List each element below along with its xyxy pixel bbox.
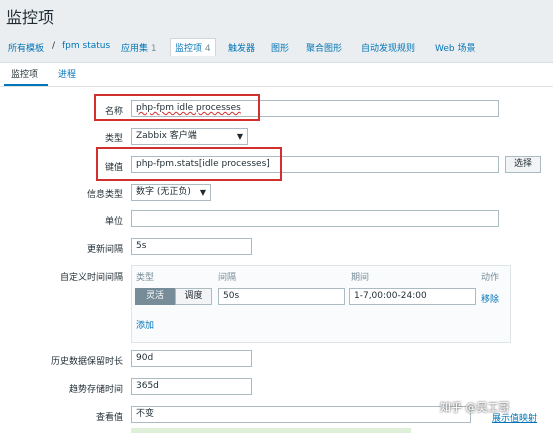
crumb-applications[interactable]: 应用集 1 xyxy=(121,41,157,54)
trends-label: 趋势存储时间 xyxy=(68,385,123,395)
col-header-period: 期间 xyxy=(351,273,370,283)
units-label: 单位 xyxy=(104,217,123,227)
show-value-value: 不变 xyxy=(136,409,155,419)
tab-bar: 监控项 进程 xyxy=(0,62,553,86)
update-interval-label: 更新间隔 xyxy=(86,245,123,255)
scheduling-toggle[interactable]: 调度 xyxy=(175,288,212,305)
custom-period-input[interactable]: 1-7,00:00-24:00 xyxy=(349,288,476,305)
history-label: 历史数据保留时长 xyxy=(50,357,123,367)
crumb-screens[interactable]: 聚合图形 xyxy=(306,41,342,54)
watermark-text: 知乎 @吴工哥 xyxy=(440,401,510,414)
tab-item[interactable]: 监控项 xyxy=(11,67,38,80)
tab-divider xyxy=(0,86,553,87)
show-value-select[interactable]: 不变 xyxy=(131,406,471,423)
custom-intervals-label: 自定义时间间隔 xyxy=(59,273,123,283)
units-input[interactable] xyxy=(131,210,499,227)
info-type-value: 数字 (无正负) xyxy=(136,187,191,197)
crumb-all-templates[interactable]: 所有模板 xyxy=(8,41,44,54)
add-interval-link[interactable]: 添加 xyxy=(136,318,154,331)
page-title: 监控项 xyxy=(6,8,55,27)
crumb-web-scenarios[interactable]: Web 场景 xyxy=(435,41,475,54)
type-value: Zabbix 客户端 xyxy=(136,131,197,141)
info-type-label: 信息类型 xyxy=(86,190,123,200)
flexible-toggle[interactable]: 灵活 xyxy=(135,288,175,305)
status-strip xyxy=(131,428,411,433)
col-header-interval: 间隔 xyxy=(218,273,237,283)
crumb-template-fpm-status[interactable]: fpm status xyxy=(62,41,110,51)
type-select[interactable]: Zabbix 客户端 ▼ xyxy=(131,128,248,145)
tab-process[interactable]: 进程 xyxy=(58,67,76,80)
col-header-type: 类型 xyxy=(136,273,155,283)
crumb-triggers[interactable]: 触发器 xyxy=(228,41,255,54)
crumb-discovery-rules[interactable]: 自动发现规则 xyxy=(361,41,415,54)
crumb-applications-label: 应用集 xyxy=(121,44,149,54)
crumb-items[interactable]: 监控项 4 xyxy=(170,38,216,56)
crumb-separator: / xyxy=(52,41,56,51)
highlight-box-key xyxy=(96,147,282,181)
crumb-items-count: 4 xyxy=(204,44,211,54)
col-header-action: 动作 xyxy=(481,273,500,283)
remove-interval-link[interactable]: 移除 xyxy=(481,292,499,305)
breadcrumb: 所有模板 / fpm status 应用集 1 监控项 4 触发器 图形 聚合图… xyxy=(0,38,553,58)
trends-input[interactable]: 365d xyxy=(131,378,252,395)
custom-interval-input[interactable]: 50s xyxy=(218,288,345,305)
dropdown-arrow-icon: ▼ xyxy=(236,132,243,141)
crumb-graphs[interactable]: 图形 xyxy=(271,41,289,54)
crumb-items-label: 监控项 xyxy=(175,44,203,54)
select-key-button[interactable]: 选择 xyxy=(505,156,541,173)
show-value-label: 查看值 xyxy=(95,413,123,423)
info-type-select[interactable]: 数字 (无正负) ▼ xyxy=(131,184,211,201)
highlight-box-name xyxy=(94,94,260,121)
dropdown-arrow-icon: ▼ xyxy=(199,188,206,197)
history-input[interactable]: 90d xyxy=(131,350,252,367)
crumb-applications-count: 1 xyxy=(150,44,157,54)
update-interval-input[interactable]: 5s xyxy=(131,238,252,255)
type-label: 类型 xyxy=(104,134,123,144)
